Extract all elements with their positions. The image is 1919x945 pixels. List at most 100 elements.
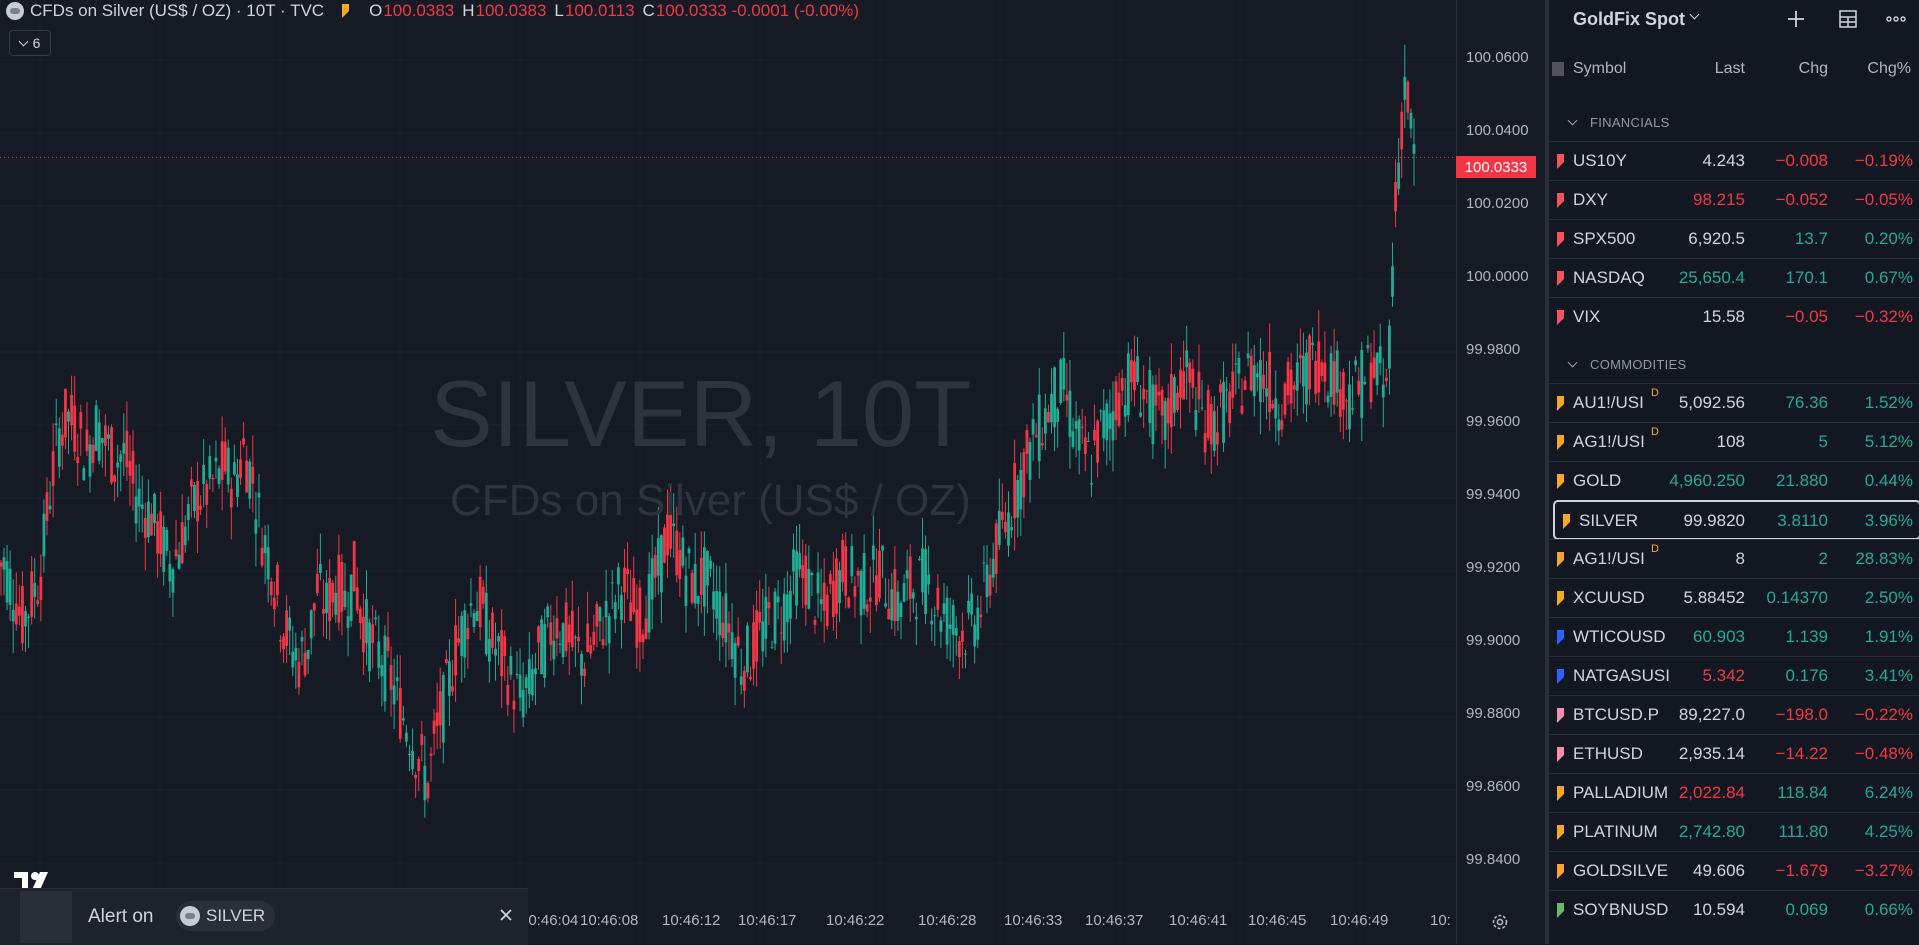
watchlist-row[interactable]: AU1!/USI D 5,092.56 76.36 1.52% <box>1549 383 1919 422</box>
watchlist-title[interactable]: GoldFix Spot <box>1573 9 1685 30</box>
flag-icon[interactable] <box>1557 396 1564 411</box>
candle-body <box>1010 527 1013 531</box>
watchlist-row[interactable]: AG1!/USI D 108 5 5.12% <box>1549 422 1919 461</box>
section-header-commodities[interactable]: COMMODITIES <box>1567 357 1686 372</box>
watchlist-row[interactable]: NATGASUSI 5.342 0.176 3.41% <box>1549 656 1919 695</box>
watchlist-row[interactable]: GOLDSILVE 49.606 −1.679 −3.27% <box>1549 851 1919 890</box>
flag-icon[interactable] <box>1557 591 1564 606</box>
flag-icon[interactable] <box>1557 552 1564 567</box>
flag-icon[interactable] <box>1557 825 1564 840</box>
flag-icon[interactable] <box>1557 154 1564 169</box>
row-last: 15.58 <box>1702 307 1745 326</box>
candle-body <box>134 496 138 524</box>
candle-body <box>752 622 755 669</box>
candle-body <box>245 460 249 493</box>
chart-area[interactable]: SILVER, 10T CFDs on Silver (US$ / OZ) CF… <box>0 0 1546 945</box>
add-symbol-icon[interactable] <box>1785 8 1807 30</box>
watchlist-row[interactable]: NASDAQ 25,650.4 170.1 0.67% <box>1549 258 1919 297</box>
candle-body <box>1366 345 1370 349</box>
flag-icon[interactable] <box>1557 232 1564 247</box>
watchlist-row[interactable]: SPX500 6,920.5 13.7 0.20% <box>1549 219 1919 258</box>
watchlist-row[interactable]: PALLADIUM 2,022.84 118.84 6.24% <box>1549 773 1919 812</box>
watchlist-row[interactable]: WTICOUSD 60.903 1.139 1.91% <box>1549 617 1919 656</box>
last-price-label: 100.0333 <box>1456 156 1536 178</box>
candle-body <box>853 586 857 597</box>
candle-body <box>659 535 663 593</box>
flag-icon[interactable] <box>1557 747 1564 762</box>
candle-body <box>739 676 743 685</box>
candle-body <box>921 548 924 593</box>
candle-body <box>260 547 264 566</box>
candle-body <box>755 610 759 662</box>
row-change-percent: 28.83% <box>1855 549 1913 568</box>
row-change: 0.069 <box>1785 900 1828 919</box>
flag-icon[interactable] <box>1557 786 1564 801</box>
flag-icon[interactable] <box>1557 310 1564 325</box>
price-scale[interactable] <box>1456 0 1546 944</box>
candle-body <box>583 668 586 677</box>
watchlist-row[interactable]: DXY 98.215 −0.052 −0.05% <box>1549 180 1919 219</box>
flag-icon[interactable] <box>1563 514 1570 529</box>
candle-body <box>263 535 267 554</box>
close-icon[interactable] <box>496 905 516 925</box>
chevron-down-icon[interactable] <box>1689 9 1700 20</box>
candle-body <box>656 538 660 576</box>
flag-icon[interactable] <box>1557 474 1564 489</box>
candle-body <box>1394 182 1397 212</box>
column-header-last[interactable]: Last <box>1715 60 1745 78</box>
candle-body <box>8 568 12 606</box>
candle-body <box>647 574 651 633</box>
alert-symbol-pill[interactable]: SILVER <box>176 901 276 931</box>
candle-body <box>911 592 915 599</box>
candle-body <box>610 582 614 584</box>
watchlist-row[interactable]: BTCUSD.P 89,227.0 −198.0 −0.22% <box>1549 695 1919 734</box>
candle-body <box>1391 266 1394 297</box>
candle-body <box>159 511 163 554</box>
flag-icon[interactable] <box>342 4 350 18</box>
price-tick: 99.9000 <box>1466 632 1521 649</box>
flag-icon[interactable] <box>1557 903 1564 918</box>
flag-icon[interactable] <box>1557 669 1564 684</box>
candle-body <box>183 526 187 546</box>
flag-icon[interactable] <box>1557 708 1564 723</box>
candle-body <box>764 596 768 639</box>
chart-title[interactable]: CFDs on Silver (US$ / OZ) · 10T · TVC <box>30 1 324 21</box>
candle-body <box>936 587 940 610</box>
flag-icon[interactable] <box>1557 271 1564 286</box>
select-all-checkbox[interactable] <box>1552 62 1564 76</box>
candle-body <box>696 595 700 604</box>
watchlist-row[interactable]: VIX 15.58 −0.05 −0.32% <box>1549 297 1919 336</box>
indicators-toggle-button[interactable]: 6 <box>9 30 51 56</box>
column-header-chg-percent[interactable]: Chg% <box>1867 60 1911 78</box>
watchlist-row[interactable]: AG1!/USI D 8 2 28.83% <box>1549 539 1919 578</box>
candle-body <box>420 734 424 745</box>
flag-icon[interactable] <box>1557 864 1564 879</box>
candle-body <box>982 562 986 564</box>
flag-icon[interactable] <box>1557 193 1564 208</box>
watchlist-row[interactable]: XCUUSD 5.88452 0.14370 2.50% <box>1549 578 1919 617</box>
row-change-percent: −0.48% <box>1854 744 1913 763</box>
settings-gear-icon[interactable] <box>1490 912 1510 932</box>
watchlist-row[interactable]: US10Y 4.243 −0.008 −0.19% <box>1549 141 1919 180</box>
candle-body <box>319 564 322 573</box>
candle-body <box>779 632 783 634</box>
watchlist-row[interactable]: PLATINUM 2,742.80 111.80 4.25% <box>1549 812 1919 851</box>
price-chart[interactable] <box>0 0 1456 944</box>
low-label: L <box>554 1 564 20</box>
flag-icon[interactable] <box>1557 630 1564 645</box>
candle-body <box>924 549 927 614</box>
watchlist-row[interactable]: SOYBNUSD 10.594 0.069 0.66% <box>1549 890 1919 929</box>
candle-body <box>229 488 233 508</box>
candle-body <box>871 545 875 560</box>
column-header-symbol[interactable]: Symbol <box>1573 60 1626 78</box>
flag-icon[interactable] <box>1557 435 1564 450</box>
section-header-financials[interactable]: FINANCIALS <box>1567 115 1670 130</box>
column-header-chg[interactable]: Chg <box>1799 60 1828 78</box>
more-options-icon[interactable] <box>1885 8 1907 30</box>
price-tick: 99.8400 <box>1466 851 1521 868</box>
watchlist-row[interactable]: SILVER 99.9820 3.8110 3.96% <box>1553 500 1919 540</box>
candle-body <box>193 484 196 512</box>
watchlist-row[interactable]: ETHUSD 2,935.14 −14.22 −0.48% <box>1549 734 1919 773</box>
advanced-view-icon[interactable] <box>1837 8 1859 30</box>
watchlist-row[interactable]: GOLD 4,960.250 21.880 0.44% <box>1549 461 1919 500</box>
